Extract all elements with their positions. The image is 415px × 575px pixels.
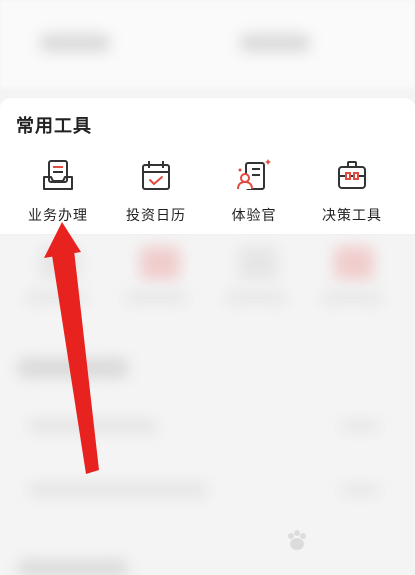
blurred-list-text	[28, 418, 158, 434]
experience-officer-icon	[237, 159, 271, 190]
blurred-list-text	[340, 420, 380, 432]
blurred-list-text	[28, 482, 208, 498]
tools-row: 业务办理 投资日历 体验官 决策工具	[0, 153, 415, 229]
blurred-text	[320, 292, 384, 304]
decision-tools-icon	[338, 161, 366, 189]
blurred-text	[240, 34, 310, 52]
business-handling-icon	[43, 160, 73, 190]
common-tools-card: 常用工具 业务办理 投资日历 体验官 决策工具	[0, 98, 415, 234]
blurred-background	[0, 0, 415, 575]
tool-experience-officer[interactable]: 体验官	[206, 153, 302, 229]
blurred-icon	[40, 246, 80, 280]
tool-decision-tools[interactable]: 决策工具	[304, 153, 400, 229]
tool-label: 决策工具	[322, 208, 382, 224]
blurred-icon	[238, 246, 278, 280]
tool-investment-calendar[interactable]: 投资日历	[108, 153, 204, 229]
card-title: 常用工具	[16, 116, 92, 137]
blurred-icon	[334, 246, 374, 280]
tool-label: 业务办理	[28, 208, 88, 224]
blurred-text	[24, 292, 88, 304]
baidu-jingyan-watermark	[285, 525, 405, 557]
blurred-text	[124, 292, 188, 304]
tool-label: 体验官	[231, 208, 277, 224]
tool-business-handling[interactable]: 业务办理	[10, 153, 106, 229]
investment-calendar-icon	[142, 161, 170, 190]
blurred-icon	[140, 246, 180, 280]
blurred-list-text	[340, 484, 380, 496]
blurred-text	[224, 292, 288, 304]
blurred-text	[40, 34, 110, 52]
blurred-section-title	[18, 358, 128, 378]
blurred-section-title	[18, 560, 128, 575]
tool-label: 投资日历	[126, 208, 186, 224]
paw-icon	[288, 530, 306, 550]
